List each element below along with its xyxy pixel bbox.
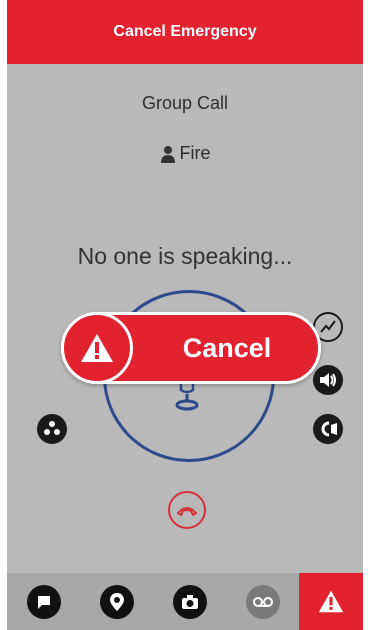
voicemail-icon	[245, 584, 280, 619]
warning-badge	[61, 312, 133, 384]
emergency-icon	[318, 590, 344, 613]
tab-emergency[interactable]	[299, 573, 363, 630]
signal-icon	[320, 320, 336, 333]
tab-camera[interactable]	[153, 573, 226, 630]
talkgroup-name: Fire	[179, 143, 211, 163]
cancel-label: Cancel	[182, 332, 272, 363]
chat-icon	[26, 584, 61, 619]
speaker-icon	[320, 373, 336, 387]
talkgroup: Fire	[7, 143, 363, 164]
app-screen: Cancel Emergency Group Call Fire No one …	[7, 0, 363, 630]
end-call-button[interactable]	[168, 491, 206, 529]
camera-icon	[172, 584, 207, 619]
tab-chat[interactable]	[7, 573, 80, 630]
record-icon	[321, 421, 337, 437]
record-button[interactable]	[313, 414, 343, 444]
header-title: Cancel Emergency	[113, 23, 257, 40]
hang-up-icon	[176, 507, 198, 516]
cancel-emergency-button[interactable]: Cancel	[61, 312, 321, 384]
speaking-status: No one is speaking...	[77, 243, 293, 269]
group-members-icon	[44, 421, 60, 435]
warning-icon	[81, 334, 113, 362]
cancel-emergency-bar[interactable]: Cancel Emergency	[7, 0, 363, 64]
location-icon	[99, 584, 134, 619]
group-members-button[interactable]	[37, 414, 67, 444]
tab-voicemail[interactable]	[226, 573, 299, 630]
person-icon	[160, 145, 175, 163]
call-type-label: Group Call	[141, 93, 229, 113]
tab-location[interactable]	[80, 573, 153, 630]
bottom-nav	[7, 573, 363, 630]
